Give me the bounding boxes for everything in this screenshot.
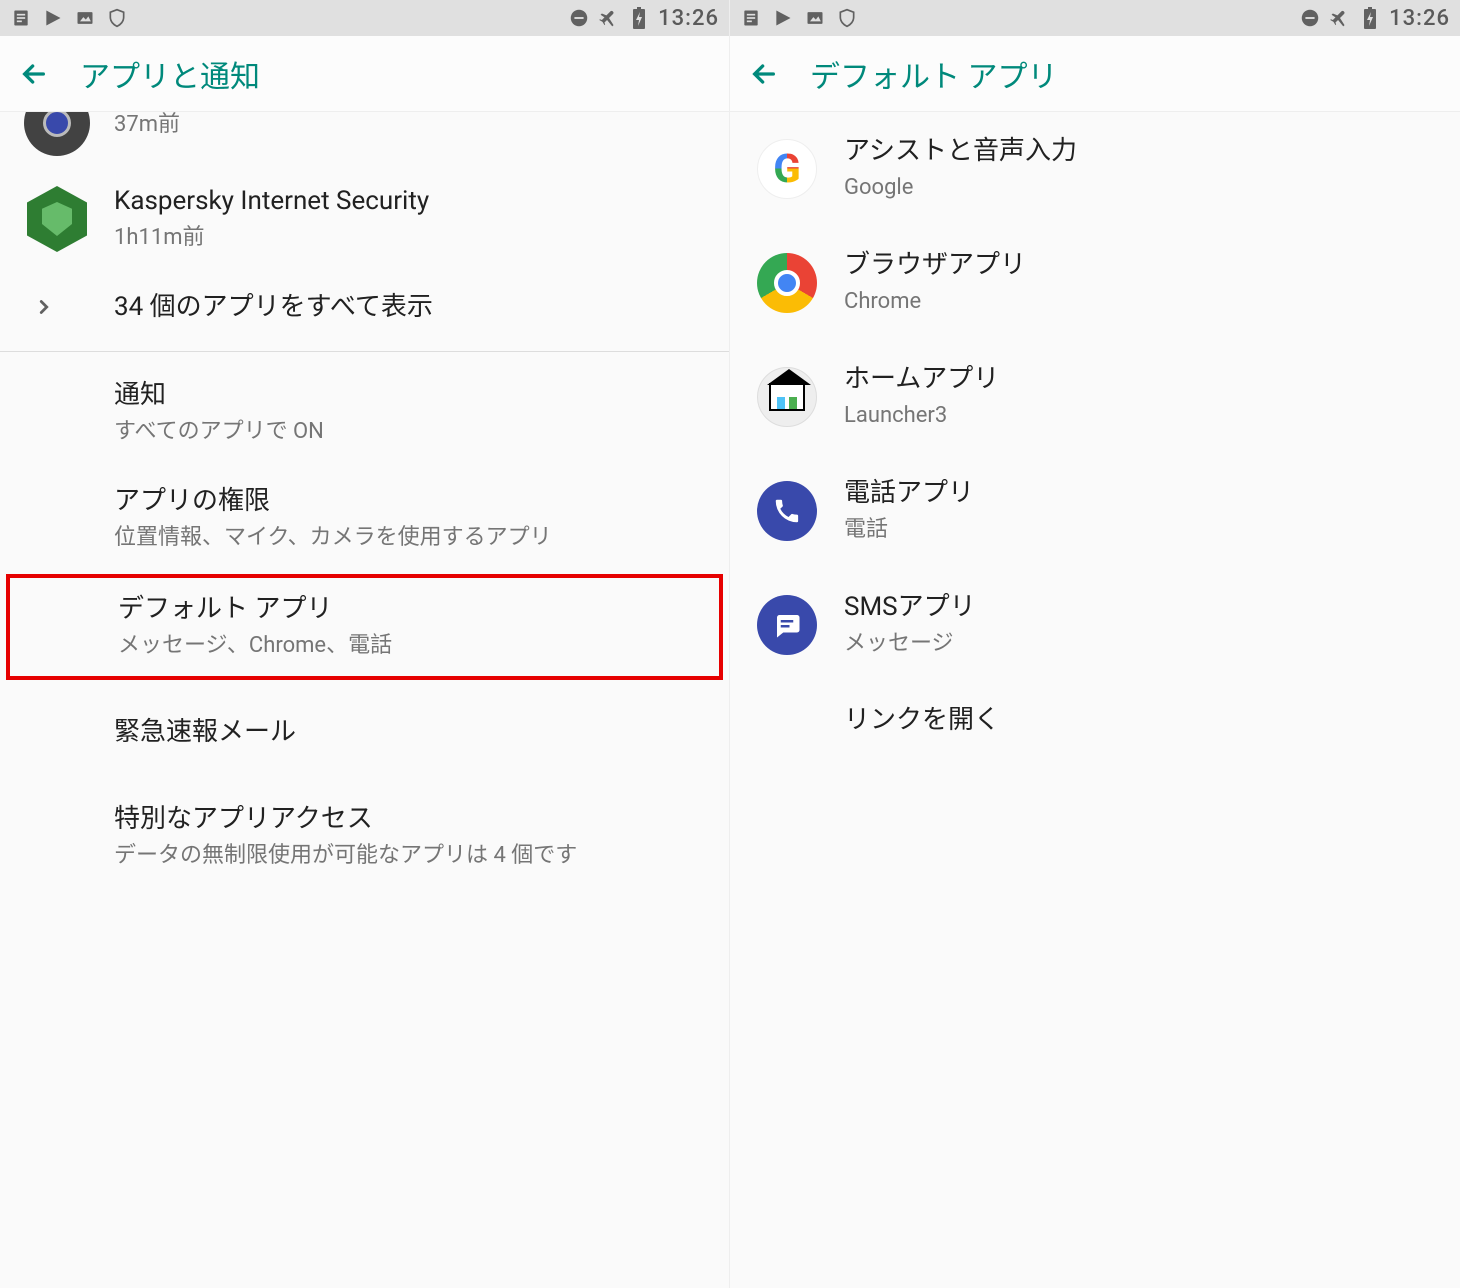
shield-outline-icon <box>106 7 128 29</box>
battery-charging-icon <box>1359 7 1381 29</box>
divider <box>0 351 729 352</box>
back-button[interactable] <box>18 58 50 90</box>
kaspersky-icon <box>24 186 90 252</box>
open-links-label: リンクを開く <box>844 703 1440 738</box>
launcher-icon <box>757 367 817 427</box>
status-bar: 13:26 <box>730 0 1460 36</box>
setting-default-apps[interactable]: デフォルト アプリ メッセージ、Chrome、電話 <box>6 574 723 680</box>
app-bar: デフォルト アプリ <box>730 36 1460 112</box>
google-icon: G <box>757 139 817 199</box>
app-subtitle: 1h11m前 <box>114 223 709 254</box>
setting-subtitle: すべてのアプリで ON <box>114 417 709 448</box>
phone-icon <box>757 481 817 541</box>
setting-title: 通知 <box>114 378 709 413</box>
app-row-camera[interactable]: 37m前 <box>0 112 729 166</box>
dnd-icon <box>1299 7 1321 29</box>
page-title: アプリと通知 <box>80 52 260 96</box>
default-title: ブラウザアプリ <box>844 248 1440 283</box>
chevron-right-icon <box>24 296 64 318</box>
default-phone[interactable]: 電話アプリ 電話 <box>730 454 1460 568</box>
default-title: 電話アプリ <box>844 476 1440 511</box>
setting-title: アプリの権限 <box>114 484 709 519</box>
open-links[interactable]: リンクを開く <box>730 681 1460 760</box>
default-title: SMSアプリ <box>844 590 1440 625</box>
document-icon <box>10 7 32 29</box>
battery-charging-icon <box>628 7 650 29</box>
default-subtitle: Launcher3 <box>844 401 1440 432</box>
default-subtitle: Chrome <box>844 287 1440 318</box>
setting-subtitle: メッセージ、Chrome、電話 <box>118 631 705 662</box>
default-assist[interactable]: G アシストと音声入力 Google <box>730 112 1460 226</box>
camera-icon <box>24 112 90 156</box>
app-row-kaspersky[interactable]: Kaspersky Internet Security 1h11m前 <box>0 166 729 272</box>
see-all-label: 34 個のアプリをすべて表示 <box>114 290 709 325</box>
setting-title: 特別なアプリアクセス <box>114 802 709 837</box>
app-name: Kaspersky Internet Security <box>114 184 709 219</box>
status-bar: 13:26 <box>0 0 729 36</box>
default-subtitle: メッセージ <box>844 629 1440 660</box>
photos-icon <box>74 7 96 29</box>
screen-apps-notifications: 13:26 アプリと通知 37m前 Kaspersky Internet S <box>0 0 730 1288</box>
setting-notifications[interactable]: 通知 すべてのアプリで ON <box>0 360 729 466</box>
setting-title: デフォルト アプリ <box>118 592 705 627</box>
chrome-icon <box>757 253 817 313</box>
play-icon <box>772 7 794 29</box>
default-sms[interactable]: SMSアプリ メッセージ <box>730 568 1460 682</box>
setting-special-access[interactable]: 特別なアプリアクセス データの無制限使用が可能なアプリは 4 個です <box>0 784 729 890</box>
app-bar: アプリと通知 <box>0 36 729 112</box>
setting-title: 緊急速報メール <box>114 715 709 750</box>
dnd-icon <box>568 7 590 29</box>
photos-icon <box>804 7 826 29</box>
airplane-icon <box>1329 7 1351 29</box>
default-subtitle: Google <box>844 173 1440 204</box>
page-title: デフォルト アプリ <box>810 52 1057 96</box>
airplane-icon <box>598 7 620 29</box>
document-icon <box>740 7 762 29</box>
message-icon <box>757 595 817 655</box>
default-browser[interactable]: ブラウザアプリ Chrome <box>730 226 1460 340</box>
setting-emergency-alerts[interactable]: 緊急速報メール <box>0 682 729 784</box>
default-title: アシストと音声入力 <box>844 134 1440 169</box>
default-home[interactable]: ホームアプリ Launcher3 <box>730 340 1460 454</box>
screen-default-apps: 13:26 デフォルト アプリ G アシストと音声入力 Google ブラウザア… <box>730 0 1460 1288</box>
play-icon <box>42 7 64 29</box>
see-all-apps[interactable]: 34 個のアプリをすべて表示 <box>0 272 729 343</box>
clock: 13:26 <box>1389 6 1450 31</box>
default-title: ホームアプリ <box>844 362 1440 397</box>
setting-app-permissions[interactable]: アプリの権限 位置情報、マイク、カメラを使用するアプリ <box>0 466 729 572</box>
setting-subtitle: 位置情報、マイク、カメラを使用するアプリ <box>114 523 709 554</box>
app-subtitle: 37m前 <box>114 112 709 140</box>
default-subtitle: 電話 <box>844 515 1440 546</box>
back-button[interactable] <box>748 58 780 90</box>
setting-subtitle: データの無制限使用が可能なアプリは 4 個です <box>114 841 709 872</box>
clock: 13:26 <box>658 6 719 31</box>
shield-outline-icon <box>836 7 858 29</box>
